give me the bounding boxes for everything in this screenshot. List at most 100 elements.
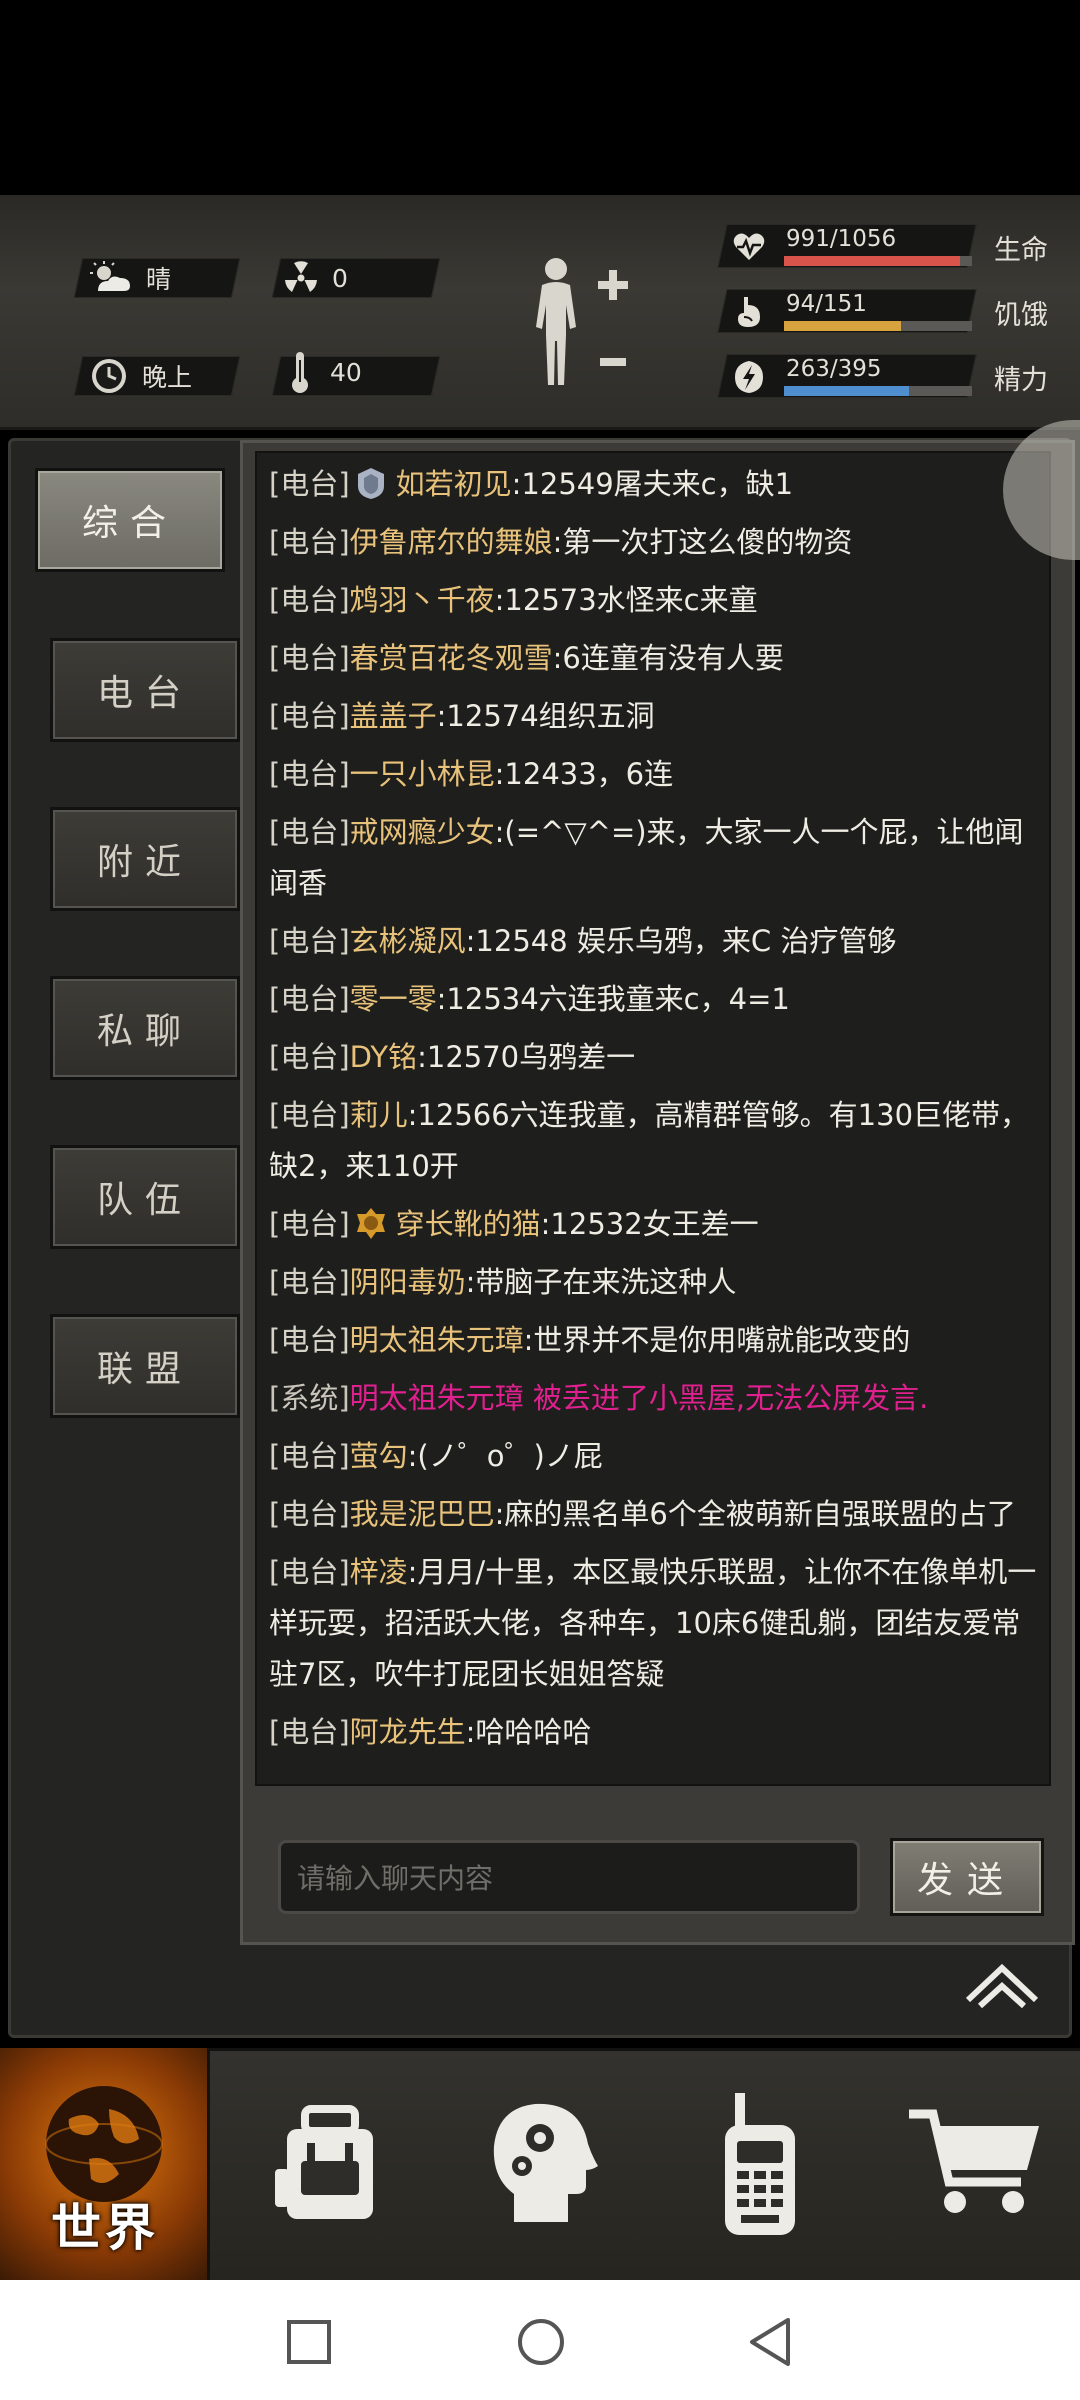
message-sender[interactable]: 一只小林昆 (350, 757, 495, 791)
body-figure-icon (536, 258, 576, 385)
nav-radio[interactable] (655, 2048, 865, 2280)
chat-message[interactable]: [电台]明太祖朱元璋:世界并不是你用嘴就能改变的 (269, 1315, 1039, 1366)
message-sender[interactable]: DY铭 (350, 1040, 417, 1074)
temperature-value: 40 (330, 357, 362, 387)
chat-message[interactable]: [电台]零一零:12534六连我童来c，4=1 (269, 974, 1039, 1025)
chat-message[interactable]: [电台]伊鲁席尔的舞娘:第一次打这么傻的物资 (269, 517, 1039, 568)
message-text: :12534六连我童来c，4=1 (436, 982, 790, 1016)
message-sender[interactable]: 萤勾 (350, 1439, 408, 1473)
backpack-icon (275, 2105, 373, 2219)
message-sender[interactable]: 我是泥巴巴 (350, 1497, 495, 1531)
hunger-bar-fill (784, 321, 902, 331)
energy-bar-fill (784, 386, 910, 396)
message-text: :哈哈哈哈 (465, 1715, 592, 1749)
time-of-day-value: 晚上 (142, 363, 193, 392)
message-text: :12532女王差一 (540, 1207, 759, 1241)
message-sender[interactable]: 穿长靴的猫 (396, 1207, 541, 1241)
chat-message[interactable]: [电台]莉儿:12566六连我童，高精群管够。有130巨佬带，缺2，来110开 (269, 1090, 1039, 1192)
message-channel: [电台] (269, 525, 350, 559)
chat-message[interactable]: [电台]萤勾:(ノ゜ο゜)ノ屁 (269, 1431, 1039, 1482)
chat-message[interactable]: [电台]一只小林昆:12433，6连 (269, 749, 1039, 800)
chat-input[interactable]: 请输入聊天内容 (278, 1840, 860, 1914)
message-sender[interactable]: 梓凌 (350, 1555, 408, 1589)
message-channel: [电台] (269, 1098, 350, 1132)
chat-message[interactable]: [电台] 如若初见:12549屠夫来c，缺1 (269, 459, 1039, 510)
tab-private-chat[interactable]: 私聊 (50, 976, 240, 1080)
chat-message[interactable]: [电台]阴阳毒奶:带脑子在来洗这种人 (269, 1257, 1039, 1308)
chat-message[interactable]: [系统]明太祖朱元璋 被丢进了小黑屋,无法公屏发言. (269, 1373, 1039, 1424)
vital-bar-energy: 263/395 精力 (717, 350, 1072, 402)
message-channel: [电台] (269, 583, 350, 617)
message-channel: [电台] (269, 757, 350, 791)
energy-bolt-icon (735, 361, 763, 393)
nav-world-label: 世界 (51, 2199, 159, 2257)
message-channel: [电台] (269, 982, 350, 1016)
walkie-talkie-icon (725, 2093, 795, 2235)
back-triangle-icon[interactable] (748, 2316, 792, 2368)
weather-value: 晴 (146, 265, 172, 294)
body-status-button[interactable] (520, 255, 640, 395)
message-channel: [电台] (269, 1497, 350, 1531)
heart-rate-icon (733, 233, 765, 260)
chat-message[interactable]: [电台]DY铭:12570乌鸦差一 (269, 1032, 1039, 1083)
collapse-chevron-icon[interactable] (964, 1960, 1040, 2012)
thermometer-icon (292, 352, 308, 393)
stomach-icon (738, 297, 760, 327)
gold-badge-icon (356, 1208, 385, 1239)
shopping-cart-icon (909, 2109, 1039, 2213)
nav-shop[interactable] (870, 2048, 1080, 2280)
nav-skills[interactable] (440, 2048, 650, 2280)
chat-message[interactable]: [电台]玄彬凝风:12548 娱乐乌鸦，来C 治疗管够 (269, 916, 1039, 967)
nav-backpack[interactable] (225, 2048, 435, 2280)
chat-message[interactable]: [电台]春赏百花冬观雪:6连童有没有人要 (269, 633, 1039, 684)
message-channel: [电台] (269, 641, 350, 675)
message-sender[interactable]: 莉儿 (350, 1098, 408, 1132)
tab-alliance[interactable]: 联盟 (50, 1314, 240, 1418)
chat-message[interactable]: [电台]盖盖子:12574组织五洞 (269, 691, 1039, 742)
message-sender[interactable]: 鸩羽丶千夜 (350, 583, 495, 617)
energy-label: 精力 (994, 365, 1048, 396)
recents-square-icon[interactable] (286, 2319, 332, 2365)
message-channel: [系统] (269, 1381, 350, 1415)
message-text: :12549屠夫来c，缺1 (511, 467, 794, 501)
tab-comprehensive[interactable]: 综合 (35, 468, 225, 572)
message-sender[interactable]: 如若初见 (396, 467, 512, 501)
message-channel: [电台] (269, 1323, 350, 1357)
tab-nearby[interactable]: 附近 (50, 807, 240, 911)
send-button[interactable]: 发送 (890, 1838, 1044, 1916)
message-text: :12573水怪来c来童 (494, 583, 758, 617)
message-sender[interactable]: 春赏百花冬观雪 (350, 641, 553, 675)
vital-bar-hunger: 94/151 饥饿 (717, 285, 1072, 337)
message-text: :12548 娱乐乌鸦，来C 治疗管够 (465, 924, 897, 958)
system-navigation-bar (0, 2280, 1080, 2400)
chat-message[interactable]: [电台]我是泥巴巴:麻的黑名单6个全被萌新自强联盟的占了 (269, 1489, 1039, 1540)
message-sender[interactable]: 阴阳毒奶 (350, 1265, 466, 1299)
chat-message[interactable]: [电台]鸩羽丶千夜:12573水怪来c来童 (269, 575, 1039, 626)
chat-message[interactable]: [电台] 穿长靴的猫:12532女王差一 (269, 1199, 1039, 1250)
message-sender[interactable]: 阿龙先生 (350, 1715, 466, 1749)
message-channel: [电台] (269, 1439, 350, 1473)
chat-message[interactable]: [电台]梓凌:月月/十里，本区最快乐联盟，让你不在像单机一样玩耍，招活跃大佬，各… (269, 1547, 1039, 1700)
message-channel: [电台] (269, 1555, 350, 1589)
temperature-stat: 40 (290, 352, 362, 393)
clock-icon (92, 359, 126, 393)
radiation-value: 0 (332, 263, 348, 293)
health-bar-fill (784, 256, 961, 266)
message-sender[interactable]: 盖盖子 (350, 699, 437, 733)
chat-message[interactable]: [电台]阿龙先生:哈哈哈哈 (269, 1707, 1039, 1758)
message-sender[interactable]: 玄彬凝风 (350, 924, 466, 958)
chat-message-list[interactable]: [电台] 如若初见:12549屠夫来c，缺1 [电台]伊鲁席尔的舞娘:第一次打这么傻… (255, 451, 1051, 1786)
chat-message[interactable]: [电台]戒网瘾少女:(=^▽^=)来，大家一人一个屁，让他闻闻香 (269, 807, 1039, 909)
message-sender[interactable]: 明太祖朱元璋 (350, 1323, 524, 1357)
message-sender[interactable]: 零一零 (350, 982, 437, 1016)
home-circle-icon[interactable] (516, 2317, 566, 2367)
message-sender[interactable]: 戒网瘾少女 (350, 815, 495, 849)
vital-bar-health: 991/1056 生命 (717, 220, 1072, 272)
message-text: :12433，6连 (494, 757, 674, 791)
message-text: :12574组织五洞 (436, 699, 655, 733)
tab-radio[interactable]: 电台 (50, 638, 240, 742)
hunger-value: 94/151 (786, 291, 867, 317)
tab-team[interactable]: 队伍 (50, 1145, 240, 1249)
message-sender[interactable]: 伊鲁席尔的舞娘 (350, 525, 553, 559)
message-channel: [电台] (269, 1040, 350, 1074)
